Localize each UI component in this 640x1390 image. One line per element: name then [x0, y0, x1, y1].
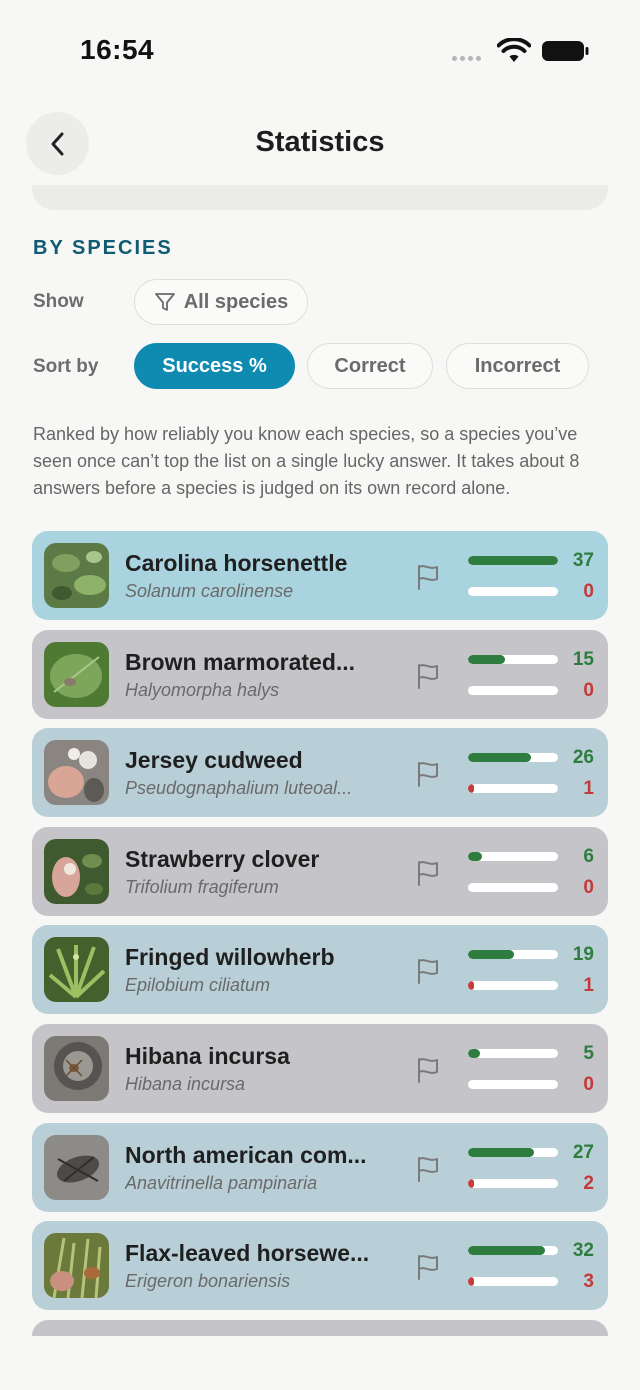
incorrect-bar	[468, 1178, 558, 1188]
incorrect-bar	[468, 981, 558, 991]
species-thumbnail	[44, 1233, 109, 1299]
ranking-explanation: Ranked by how reliably you know each spe…	[33, 424, 580, 498]
status-time: 16:54	[80, 34, 155, 65]
page-title: Statistics	[255, 126, 385, 158]
list-item[interactable]: Flax-leaved horsewe... Erigeron bonariens…	[32, 1221, 608, 1311]
flag-icon[interactable]	[415, 1056, 441, 1084]
summary-card	[32, 185, 608, 210]
nav-bar: Statistics	[0, 110, 640, 176]
correct-count: 5	[583, 1043, 594, 1064]
species-name: North american com...	[125, 1141, 367, 1168]
correct-count: 32	[572, 1240, 594, 1262]
sort-correct-button[interactable]: Correct	[307, 343, 433, 389]
species-scientific-name: Trifolium fragiferum	[125, 876, 279, 897]
species-scientific-name: Epilobium ciliatum	[125, 975, 271, 996]
status-bar: 16:54	[0, 0, 640, 100]
species-name: Carolina horsenettle	[125, 550, 348, 576]
incorrect-count: 0	[583, 679, 594, 701]
species-thumbnail	[44, 543, 109, 608]
species-scientific-name: Erigeron bonariensis	[125, 1271, 291, 1292]
species-thumbnail	[44, 937, 109, 1003]
flag-icon[interactable]	[415, 563, 441, 591]
show-label: Show	[33, 291, 84, 312]
flag-icon[interactable]	[415, 957, 441, 985]
species-name: Brown marmorated...	[125, 648, 356, 675]
incorrect-count: 1	[583, 975, 594, 997]
flag-icon[interactable]	[415, 1253, 441, 1281]
correct-count: 15	[572, 648, 594, 670]
species-filter-button[interactable]: All species	[134, 279, 308, 325]
incorrect-bar	[468, 1277, 558, 1287]
species-name: Hibana incursa	[125, 1043, 290, 1069]
battery-icon	[542, 41, 589, 61]
species-scientific-name: Anavitrinella pampinaria	[125, 1172, 318, 1193]
correct-count: 26	[572, 747, 594, 769]
species-thumbnail	[44, 1036, 109, 1101]
species-name: Flax-leaved horsewe...	[125, 1240, 370, 1267]
species-scientific-name: Solanum carolinense	[125, 581, 294, 601]
correct-bar	[468, 556, 558, 565]
sort-incorrect-button[interactable]: Incorrect	[446, 343, 589, 389]
flag-icon[interactable]	[415, 1155, 441, 1183]
correct-count: 27	[572, 1141, 594, 1163]
correct-count: 19	[572, 944, 594, 966]
flag-icon[interactable]	[415, 662, 441, 690]
wifi-icon	[497, 38, 531, 62]
incorrect-bar	[468, 784, 558, 794]
funnel-icon	[154, 293, 175, 311]
species-scientific-name: Pseudognaphalium luteoal...	[125, 778, 353, 799]
incorrect-count: 2	[583, 1172, 594, 1194]
species-name: Strawberry clover	[125, 845, 320, 872]
correct-bar	[468, 950, 558, 960]
incorrect-count: 0	[583, 1074, 594, 1095]
sort-label: Sort by	[33, 356, 99, 377]
cellular-signal-icon	[452, 56, 481, 61]
list-item[interactable]	[32, 1320, 608, 1336]
incorrect-count: 0	[583, 876, 594, 898]
flag-icon[interactable]	[415, 859, 441, 887]
correct-bar	[468, 851, 558, 861]
incorrect-bar	[468, 685, 558, 695]
species-thumbnail	[44, 641, 109, 707]
list-item[interactable]: Hibana incursa Hibana incursa 5 0	[32, 1024, 608, 1113]
list-item[interactable]: Carolina horsenettle Solanum carolinense 3…	[32, 531, 608, 620]
section-heading: BY SPECIES	[33, 237, 173, 259]
incorrect-count: 0	[583, 581, 594, 602]
list-item[interactable]: Jersey cudweed Pseudognaphalium luteoal..…	[32, 728, 608, 818]
correct-bar	[468, 753, 558, 763]
species-name: Fringed willowherb	[125, 944, 335, 971]
species-scientific-name: Hibana incursa	[125, 1074, 246, 1094]
correct-bar	[468, 654, 558, 664]
incorrect-bar	[468, 587, 558, 596]
flag-icon[interactable]	[415, 760, 441, 788]
correct-bar	[468, 1049, 558, 1058]
correct-count: 37	[572, 550, 594, 571]
incorrect-count: 3	[583, 1271, 594, 1293]
correct-bar	[468, 1147, 558, 1157]
species-name: Jersey cudweed	[125, 747, 303, 774]
species-thumbnail	[44, 1134, 109, 1200]
sort-success-button[interactable]: Success %	[134, 343, 295, 389]
incorrect-count: 1	[583, 778, 594, 800]
incorrect-bar	[468, 1080, 558, 1089]
list-item[interactable]: Brown marmorated... Halyomorpha halys 15 0	[32, 629, 608, 719]
species-filter-label: All species	[183, 290, 289, 313]
correct-bar	[468, 1246, 558, 1256]
list-item[interactable]: Fringed willowherb Epilobium ciliatum 19 1	[32, 925, 608, 1015]
species-thumbnail	[44, 838, 109, 904]
incorrect-bar	[468, 882, 558, 892]
species-scientific-name: Halyomorpha halys	[125, 679, 280, 700]
species-thumbnail	[44, 740, 109, 806]
list-item[interactable]: Strawberry clover Trifolium fragiferum 6 0	[32, 826, 608, 916]
correct-count: 6	[583, 845, 594, 867]
list-item[interactable]: North american com... Anavitrinella pampi…	[32, 1122, 608, 1212]
